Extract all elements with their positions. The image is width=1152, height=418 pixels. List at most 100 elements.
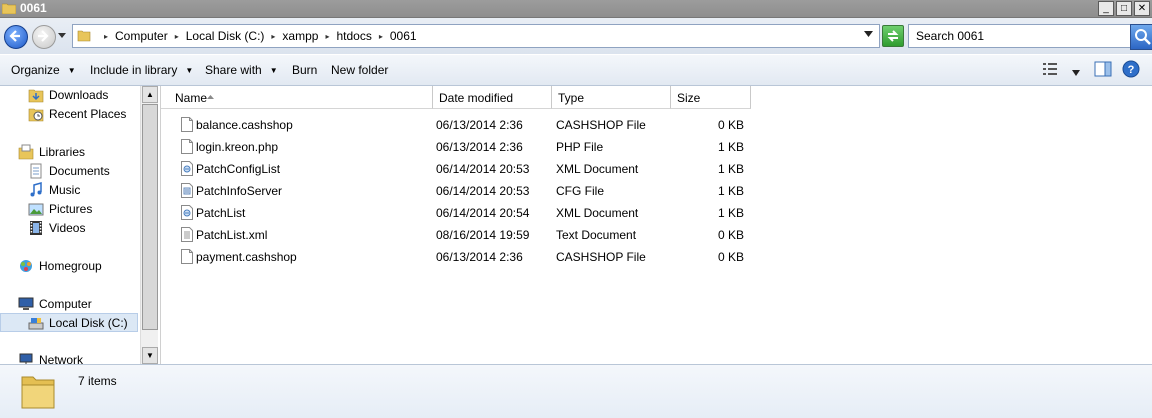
nav-scrollbar[interactable]: ▲ ▼ <box>140 86 158 364</box>
chevron-right-icon[interactable]: ▸ <box>175 32 179 41</box>
chevron-right-icon[interactable]: ▸ <box>104 32 108 41</box>
nav-label-local-disk: Local Disk (C:) <box>49 315 128 330</box>
close-button[interactable]: ✕ <box>1134 1 1150 16</box>
preview-pane-button[interactable] <box>1094 61 1112 80</box>
nav-item-libraries[interactable]: Libraries <box>18 144 85 160</box>
breadcrumb: ▸ Computer ▸ Local Disk (C:) ▸ xampp ▸ h… <box>97 29 417 43</box>
back-arrow-icon <box>9 30 20 42</box>
documents-icon <box>30 163 42 179</box>
file-row[interactable]: PatchConfigList 06/14/2014 20:53 XML Docum… <box>161 158 761 180</box>
chevron-down-icon: ▼ <box>269 65 278 75</box>
search-placeholder: Search 0061 <box>916 29 985 43</box>
file-size: 0 KB <box>717 250 744 264</box>
scroll-up-button[interactable]: ▲ <box>142 86 158 103</box>
sort-ascending-icon <box>207 95 214 99</box>
forward-button[interactable] <box>32 25 56 49</box>
minimize-button[interactable]: _ <box>1098 1 1114 16</box>
chevron-up-icon: ▲ <box>146 90 154 99</box>
burn-button[interactable]: Burn <box>292 63 317 77</box>
file-row[interactable]: PatchInfoServer 06/14/2014 20:53 CFG File 1… <box>161 180 761 202</box>
search-input[interactable]: Search 0061 <box>908 24 1132 48</box>
file-date-modified: 06/14/2014 20:53 <box>436 184 530 198</box>
file-name: PatchList.xml <box>196 228 268 242</box>
organize-menu[interactable]: Organize ▼ <box>11 63 76 77</box>
file-row[interactable]: PatchList.xml 08/16/2014 19:59 Text Docume… <box>161 224 761 246</box>
file-name: PatchConfigList <box>196 162 281 176</box>
file-date-modified: 06/14/2014 20:53 <box>436 162 530 176</box>
pictures-icon <box>28 203 44 216</box>
change-view-button[interactable] <box>1042 61 1058 80</box>
file-row[interactable]: balance.cashshop 06/13/2014 2:36 CASHSHOP … <box>161 114 761 136</box>
file-row[interactable]: login.kreon.php 06/13/2014 2:36 PHP File 1 … <box>161 136 761 158</box>
recent-pages-dropdown-icon[interactable] <box>58 33 66 38</box>
nav-item-local-disk[interactable]: Local Disk (C:) <box>0 313 138 332</box>
share-with-menu[interactable]: Share with ▼ <box>205 63 278 77</box>
breadcrumb-local-disk[interactable]: Local Disk (C:) <box>186 29 265 43</box>
column-header-date-modified[interactable]: Date modified <box>433 86 552 109</box>
scroll-down-button[interactable]: ▼ <box>142 347 158 364</box>
new-folder-button[interactable]: New folder <box>331 63 388 77</box>
nav-item-recent-places[interactable]: Recent Places <box>28 106 126 122</box>
column-header-name[interactable]: Name <box>161 86 433 109</box>
nav-label-downloads: Downloads <box>49 88 109 102</box>
nav-label-documents: Documents <box>49 164 110 178</box>
back-button[interactable] <box>4 25 28 49</box>
file-row[interactable]: payment.cashshop 06/13/2014 2:36 CASHSHOP … <box>161 246 761 268</box>
file-date-modified: 06/13/2014 2:36 <box>436 140 523 154</box>
window-title: 0061 <box>20 1 47 15</box>
column-header-size[interactable]: Size <box>671 86 751 109</box>
file-type: CASHSHOP File <box>556 118 646 132</box>
music-icon <box>30 182 42 197</box>
file-name: balance.cashshop <box>196 118 293 132</box>
file-size: 1 KB <box>717 184 744 198</box>
share-with-label: Share with <box>205 63 262 77</box>
organize-label: Organize <box>11 63 60 77</box>
nav-item-music[interactable]: Music <box>28 182 80 198</box>
scroll-thumb[interactable] <box>142 104 158 330</box>
column-label-type: Type <box>558 91 585 105</box>
nav-item-homegroup[interactable]: Homegroup <box>18 258 102 274</box>
help-button[interactable]: ? <box>1122 60 1140 81</box>
file-type: XML Document <box>556 162 639 176</box>
nav-label-network: Network <box>39 353 84 364</box>
chevron-right-icon[interactable]: ▸ <box>271 32 275 41</box>
breadcrumb-current-folder[interactable]: 0061 <box>390 29 417 43</box>
refresh-button[interactable] <box>882 25 904 47</box>
title-bar: 0061 _ □ ✕ <box>0 0 1152 18</box>
column-header-type[interactable]: Type <box>552 86 671 109</box>
nav-item-network[interactable]: Network <box>18 352 83 364</box>
network-icon <box>19 353 33 364</box>
breadcrumb-xampp[interactable]: xampp <box>282 29 318 43</box>
forward-arrow-icon <box>38 30 49 42</box>
column-label-name: Name <box>175 91 208 105</box>
address-bar[interactable]: ▸ Computer ▸ Local Disk (C:) ▸ xampp ▸ h… <box>72 24 880 48</box>
breadcrumb-computer[interactable]: Computer <box>115 29 168 43</box>
nav-item-computer[interactable]: Computer <box>18 296 92 312</box>
item-count: 7 items <box>78 374 117 388</box>
address-dropdown-icon[interactable] <box>864 31 873 37</box>
file-name: PatchList <box>196 206 246 220</box>
chevron-right-icon[interactable]: ▸ <box>379 32 383 41</box>
file-row[interactable]: PatchList 06/14/2014 20:54 XML Document 1 K… <box>161 202 761 224</box>
blank-file-icon <box>181 117 193 132</box>
videos-icon <box>30 221 42 235</box>
nav-label-homegroup: Homegroup <box>39 259 102 273</box>
view-list-icon <box>1043 63 1057 75</box>
column-label-size: Size <box>677 91 701 105</box>
include-in-library-label: Include in library <box>90 63 178 77</box>
burn-label: Burn <box>292 63 318 77</box>
nav-item-pictures[interactable]: Pictures <box>28 201 92 217</box>
xml-file-icon <box>181 161 193 176</box>
new-folder-label: New folder <box>331 63 389 77</box>
include-in-library-menu[interactable]: Include in library ▼ <box>90 63 193 77</box>
nav-item-documents[interactable]: Documents <box>28 163 110 179</box>
maximize-button[interactable]: □ <box>1116 1 1132 16</box>
nav-item-downloads[interactable]: Downloads <box>28 87 108 103</box>
file-size: 1 KB <box>717 140 744 154</box>
chevron-right-icon[interactable]: ▸ <box>325 32 329 41</box>
view-options-dropdown[interactable] <box>1072 65 1080 79</box>
search-button[interactable] <box>1130 24 1152 50</box>
file-date-modified: 06/13/2014 2:36 <box>436 118 523 132</box>
breadcrumb-htdocs[interactable]: htdocs <box>336 29 371 43</box>
nav-item-videos[interactable]: Videos <box>28 220 85 236</box>
